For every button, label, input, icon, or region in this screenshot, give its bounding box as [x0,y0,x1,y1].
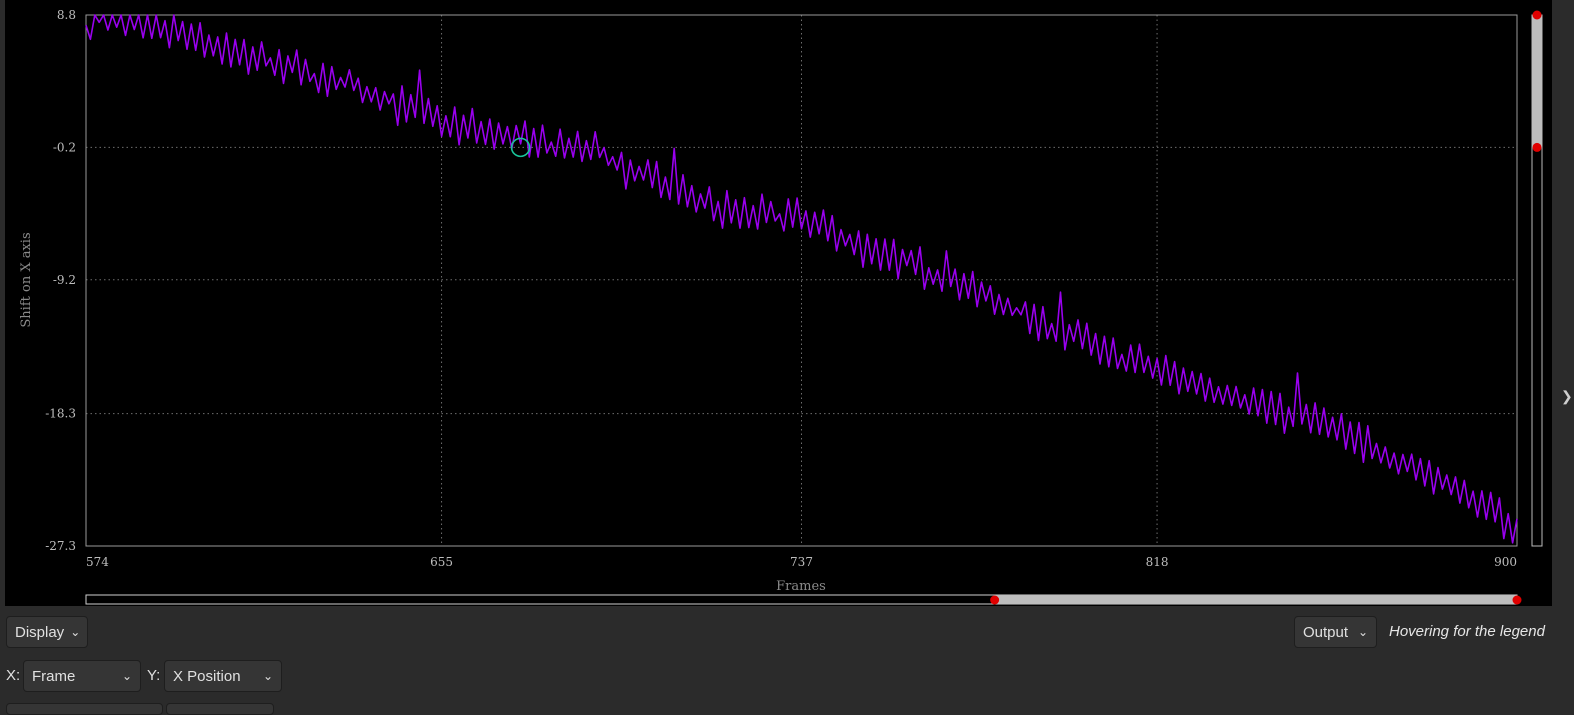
display-menu-button[interactable]: Display ⌄ [6,616,88,648]
y-tick-label: -0.2 [53,140,76,154]
y-range-handle-top[interactable] [1532,10,1542,20]
y-axis-select-value: X Position [173,667,241,685]
x-tick-label: 900 [1494,555,1517,569]
chevron-down-icon: ⌄ [1357,625,1368,639]
x-axis-select[interactable]: Frame ⌄ [23,660,141,692]
toolbar-button-partial[interactable] [166,703,274,715]
chevron-down-icon: ⌄ [262,669,273,683]
y-axis-selector-label: Y: [147,667,161,684]
x-axis-title: Frames [776,579,826,594]
y-tick-label: -27.3 [45,539,76,553]
x-range-selection[interactable] [994,595,1517,604]
x-tick-label: 655 [430,555,453,569]
toolbar-button-partial[interactable] [6,703,163,715]
x-tick-label: 818 [1146,555,1169,569]
legend-hint: Hovering for the legend [1389,623,1545,640]
y-axis-title: Shift on X axis [19,232,34,327]
y-axis-select[interactable]: X Position ⌄ [164,660,282,692]
y-range-selection[interactable] [1532,15,1542,148]
chevron-right-icon[interactable]: ❯ [1561,388,1573,405]
y-range-handle-bottom[interactable] [1532,142,1542,152]
plot-area[interactable]: 8.8 -0.2 -9.2 -18.3 -27.3 574 655 737 818 900 Sh… [5,0,1552,606]
chevron-down-icon: ⌄ [121,669,132,683]
x-tick-label: 574 [86,555,109,569]
output-menu-button[interactable]: Output ⌄ [1294,616,1377,648]
x-axis-select-value: Frame [32,667,76,685]
curve-chart[interactable]: 8.8 -0.2 -9.2 -18.3 -27.3 574 655 737 818 900 Sh… [5,0,1552,606]
y-tick-label: 8.8 [57,8,76,22]
display-menu-label: Display [15,623,65,641]
x-range-handle-left[interactable] [990,595,1000,605]
chevron-down-icon: ⌄ [70,625,81,639]
y-tick-label: -9.2 [53,273,76,287]
x-tick-label: 737 [790,555,813,569]
x-axis-selector-label: X: [6,667,21,684]
x-range-handle-right[interactable] [1512,595,1522,605]
output-menu-label: Output [1303,623,1349,641]
y-tick-label: -18.3 [45,407,76,421]
grid [86,15,1517,546]
series-line-x-position[interactable] [85,14,1518,544]
